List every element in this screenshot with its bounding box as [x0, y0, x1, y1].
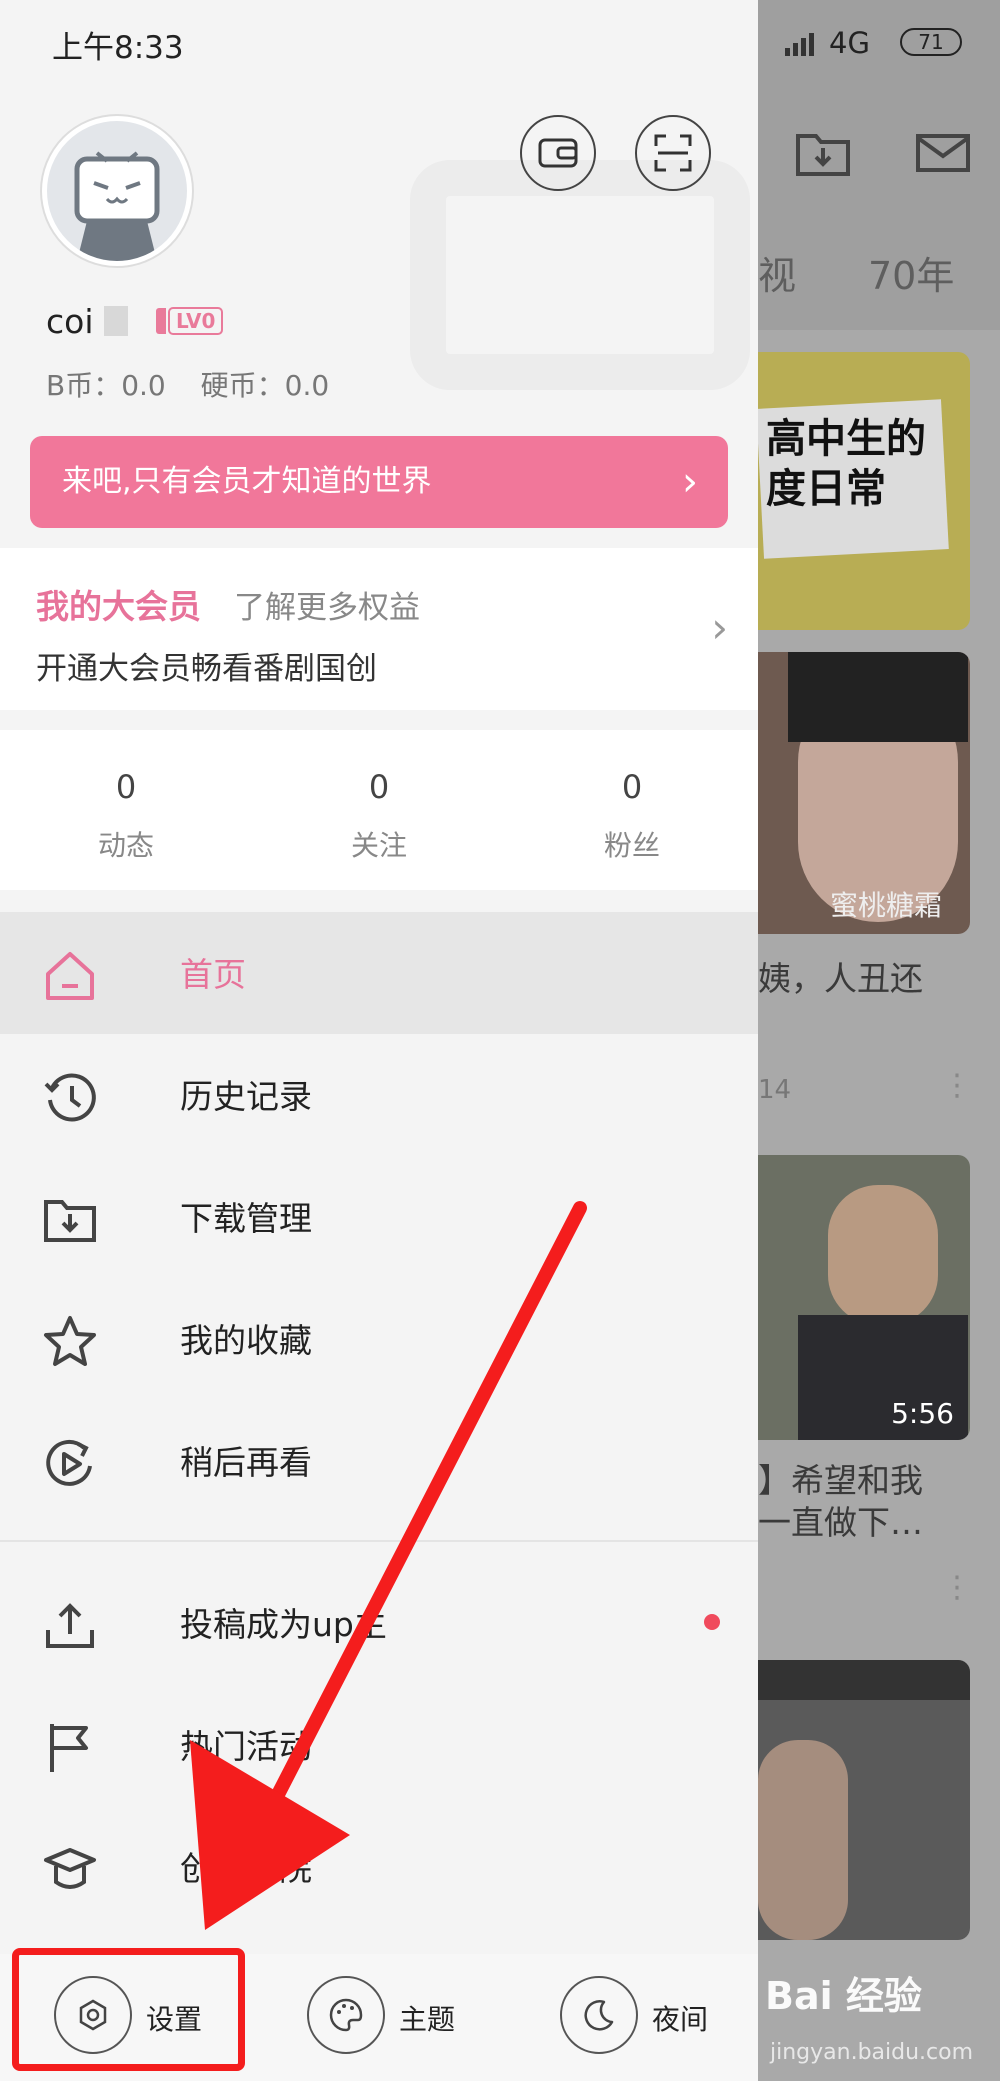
menu-item-watch-later[interactable]: 稍后再看 — [0, 1400, 758, 1522]
stats-row: 0 动态 0 关注 0 粉丝 — [0, 730, 758, 890]
chevron-right-icon: › — [711, 603, 728, 652]
scan-button[interactable] — [635, 115, 711, 191]
menu-item-events[interactable]: 热门活动 — [0, 1684, 758, 1806]
upload-icon — [46, 1603, 94, 1648]
background-page: 视 70年 高中生的 度日常 蜜桃糖霜 姨，人丑还 14 ⋮ 5:56 】希望和… — [758, 0, 1000, 2081]
tv-mascot-icon — [74, 151, 160, 261]
username[interactable]: coi — [46, 302, 94, 341]
more-icon: ⋮ — [942, 1068, 972, 1103]
mail-icon — [916, 134, 970, 172]
flag-icon — [50, 1724, 88, 1772]
card-meta: 14 — [758, 1075, 792, 1105]
menu-item-home[interactable]: 首页 — [0, 912, 758, 1034]
video-card: 高中生的 度日常 — [758, 352, 970, 630]
status-time: 上午8:33 — [52, 30, 184, 66]
battery-icon: 71 — [900, 28, 962, 56]
watch-later-icon — [46, 1439, 92, 1486]
video-card: 5:56 — [758, 1155, 970, 1440]
signal-icon — [785, 33, 814, 56]
avatar[interactable] — [42, 116, 192, 266]
status-icons: 4G 71 — [785, 24, 1000, 64]
graduation-cap-icon — [44, 1848, 96, 1889]
menu-item-history[interactable]: 历史记录 — [0, 1034, 758, 1156]
download-icon — [44, 1200, 96, 1242]
history-icon — [44, 1073, 96, 1122]
vip-title: 我的大会员 — [36, 587, 201, 626]
coin-balance: B币：0.0 硬币：0.0 — [46, 364, 355, 404]
palette-icon — [307, 1976, 385, 2054]
duration: 5:56 — [891, 1397, 954, 1430]
menu-item-download[interactable]: 下载管理 — [0, 1156, 758, 1278]
vip-more-link[interactable]: 了解更多权益 — [234, 582, 420, 627]
menu-item-academy[interactable]: 创作学院 — [0, 1806, 758, 1928]
stat-following[interactable]: 0 关注 — [319, 768, 439, 864]
menu-item-upload[interactable]: 投稿成为up主 — [0, 1562, 758, 1684]
watermark: Bai 经验 — [765, 1974, 922, 2018]
username-mask — [104, 306, 128, 336]
home-icon — [46, 952, 94, 1000]
star-icon — [44, 1316, 96, 1366]
tab-background-2: 70年 — [868, 254, 955, 298]
vip-card[interactable]: 我的大会员 了解更多权益 开通大会员畅看番剧国创 › — [0, 548, 758, 710]
divider — [0, 1540, 758, 1542]
wallet-icon — [538, 138, 578, 168]
card-title: 姨，人丑还 — [758, 959, 923, 998]
download-folder-icon — [796, 134, 850, 176]
menu-item-favorites[interactable]: 我的收藏 — [0, 1278, 758, 1400]
stat-fans[interactable]: 0 粉丝 — [572, 768, 692, 864]
navigation-drawer: 上午8:33 coi LV0 B币：0.0 硬币：0.0 来吧,只有会员才知道的… — [0, 0, 758, 2081]
b-coin-balance: B币：0.0 — [46, 369, 166, 402]
wallet-button[interactable] — [520, 115, 596, 191]
card-caption: 蜜桃糖霜 — [830, 889, 943, 922]
video-card — [758, 1660, 970, 1940]
chevron-right-icon: › — [682, 459, 698, 505]
stat-dynamics[interactable]: 0 动态 — [66, 768, 186, 864]
level-badge: LV0 — [168, 307, 224, 335]
annotation-highlight-box — [12, 1948, 245, 2071]
card-title: 】希望和我 一直做下… — [758, 1461, 923, 1542]
vip-banner-text: 来吧,只有会员才知道的世界 — [62, 464, 432, 499]
thumb-text: 高中生的 度日常 — [766, 416, 926, 512]
tv-watermark-icon — [410, 160, 750, 390]
tab-background-1: 视 — [758, 254, 797, 298]
level-bar — [156, 308, 166, 334]
notification-dot — [704, 1614, 720, 1630]
watermark-url: jingyan.baidu.com — [770, 2040, 974, 2065]
scan-icon — [654, 134, 692, 172]
more-icon: ⋮ — [942, 1570, 972, 1605]
network-type: 4G — [829, 26, 870, 60]
vip-description: 开通大会员畅看番剧国创 — [36, 651, 377, 687]
coin-balance-value: 硬币：0.0 — [200, 369, 330, 402]
moon-icon — [560, 1976, 638, 2054]
vip-banner[interactable]: 来吧,只有会员才知道的世界 › — [30, 436, 728, 528]
video-card: 蜜桃糖霜 — [758, 652, 970, 934]
